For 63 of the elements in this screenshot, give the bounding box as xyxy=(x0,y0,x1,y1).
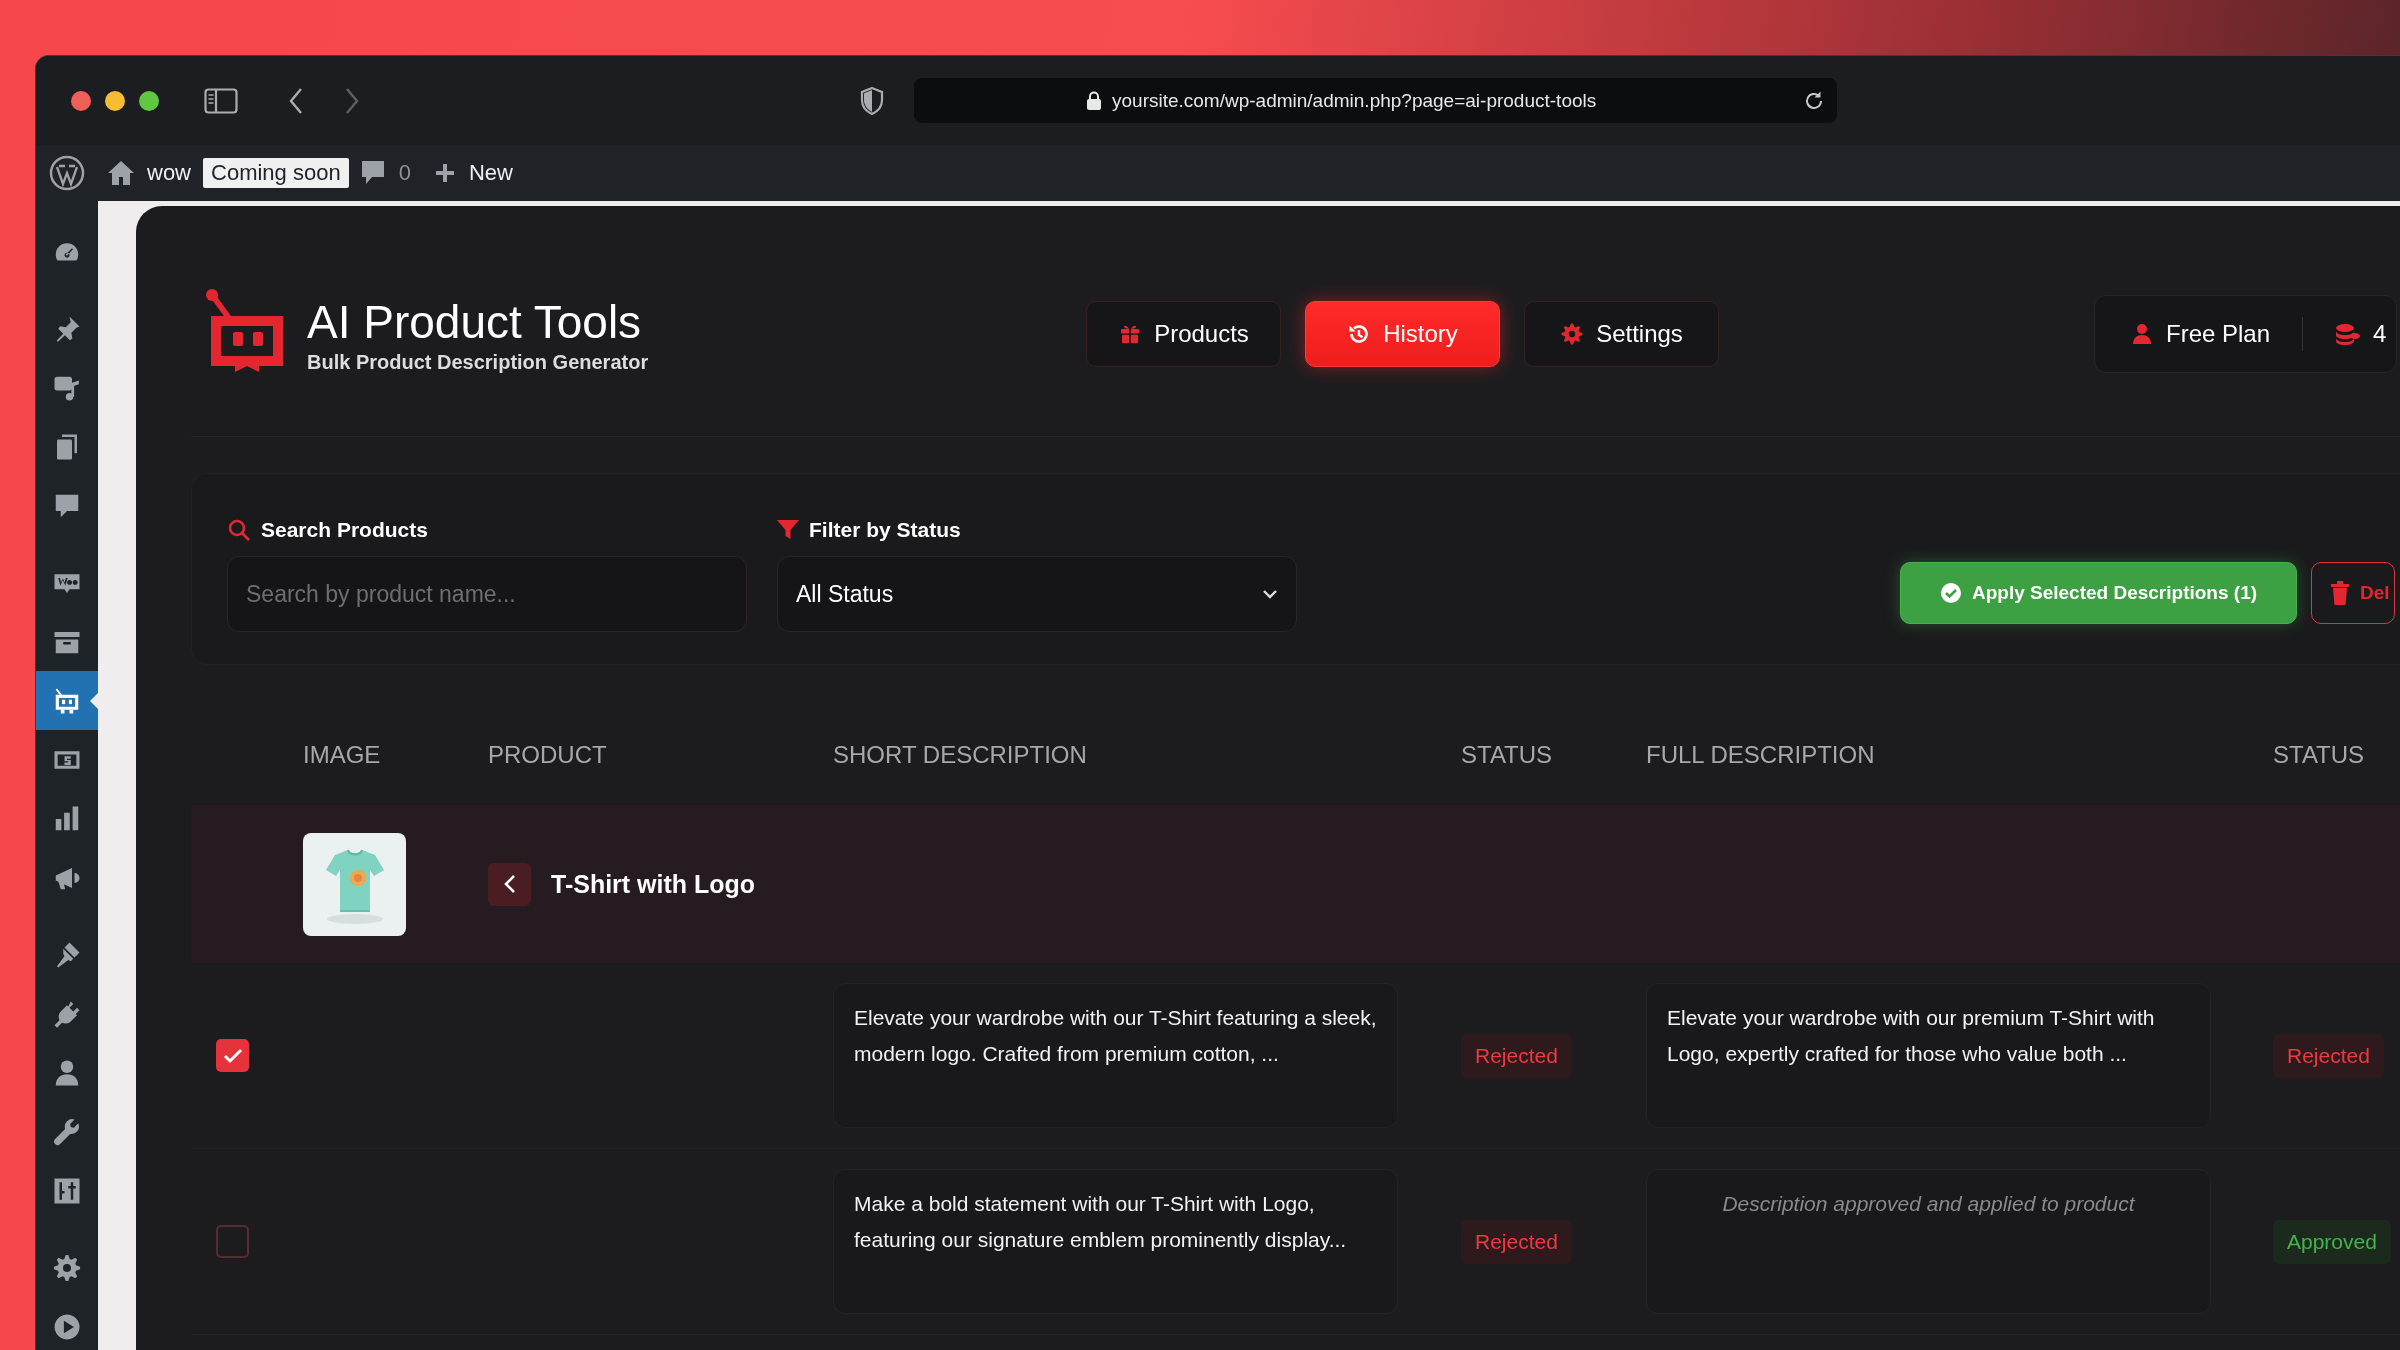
filter-label: Filter by Status xyxy=(809,518,961,542)
status-dropdown[interactable]: All Status xyxy=(777,556,1297,632)
chevron-down-icon xyxy=(1262,589,1278,599)
checkbox[interactable] xyxy=(216,1039,249,1072)
column-header: PRODUCT xyxy=(488,741,608,769)
status-badge: Rejected xyxy=(1461,1219,1572,1264)
status-badge: Approved xyxy=(2273,1219,2391,1264)
check-icon xyxy=(222,1047,243,1064)
minimize-button[interactable] xyxy=(105,90,125,111)
plus-icon[interactable] xyxy=(434,163,455,183)
short-description: Make a bold statement with our T-Shirt with Logo, featuring our signature emblem prominently display... xyxy=(854,1191,1348,1253)
credit-count: 4 xyxy=(2373,320,2387,348)
wordpress-logo[interactable] xyxy=(49,155,85,191)
app-title: AI Product Tools xyxy=(307,294,643,349)
full-description: Elevate your wardrobe with our premium T-Shirt with Logo, expertly crafted for those who value both ... xyxy=(1667,1005,2156,1067)
plan-name: Free Plan xyxy=(2166,320,2271,348)
status-badge: Rejected xyxy=(2273,1033,2384,1078)
trash-icon xyxy=(2330,581,2350,605)
status-badge: Coming soon xyxy=(203,158,349,188)
chevron-icon xyxy=(502,874,517,894)
check-circle-icon xyxy=(1939,582,1962,604)
lock-icon xyxy=(1086,90,1102,111)
settings-icon xyxy=(52,1252,82,1283)
sidebar-toggle-icon[interactable] xyxy=(204,87,238,114)
column-header: STATUS xyxy=(2273,741,2366,769)
column-header: FULL DESCRIPTION xyxy=(1646,741,1876,769)
menu-item[interactable] xyxy=(36,671,98,730)
search-field[interactable]: Search by product name... xyxy=(227,556,747,632)
zoom-button[interactable] xyxy=(139,90,159,111)
short-description: Elevate your wardrobe with our T-Shirt featuring a sleek, modern logo. Crafted from premium cotton, ... xyxy=(854,1005,1377,1067)
reload-icon[interactable] xyxy=(1803,89,1825,112)
nav-tab[interactable]: Settings xyxy=(1524,301,1719,367)
comment-count: 0 xyxy=(398,160,411,186)
address-bar[interactable]: yoursite.com/wp-admin/admin.php?page=ai-product-tools xyxy=(914,78,1837,123)
search-label: Search Products xyxy=(261,518,428,542)
status-badge: Rejected xyxy=(1461,1033,1572,1078)
nav-tab[interactable]: History xyxy=(1305,301,1500,367)
shield-icon[interactable] xyxy=(860,86,884,115)
new-link[interactable]: New xyxy=(468,160,513,186)
forward-icon[interactable] xyxy=(344,86,360,115)
close-button[interactable] xyxy=(71,90,91,111)
coins-icon xyxy=(2335,322,2362,346)
search-icon xyxy=(227,518,251,542)
filter-icon xyxy=(777,519,799,541)
wrench-icon xyxy=(52,1116,82,1147)
home-icon[interactable] xyxy=(107,160,135,186)
url-text: yoursite.com/wp-admin/admin.php?page=ai-product-tools xyxy=(1112,89,1597,112)
collapse-button[interactable] xyxy=(488,862,531,906)
column-header: IMAGE xyxy=(303,741,382,769)
app-subtitle: Bulk Product Description Generator xyxy=(307,350,649,374)
back-icon[interactable] xyxy=(288,86,304,115)
status-note: Description approved and applied to product xyxy=(1721,1191,2137,1217)
comment-icon[interactable] xyxy=(360,160,385,186)
delete-button[interactable]: Del xyxy=(2311,562,2395,624)
dropdown-value: All Status xyxy=(796,580,894,608)
site-name-link[interactable]: wow xyxy=(147,160,191,186)
column-header: SHORT DESCRIPTION xyxy=(833,741,1088,769)
nav-tab[interactable]: Products xyxy=(1086,301,1281,367)
column-header: STATUS xyxy=(1461,741,1554,769)
user-icon xyxy=(2130,322,2154,346)
product-name: T-Shirt with Logo xyxy=(551,869,756,899)
checkbox[interactable] xyxy=(216,1225,249,1258)
settings-icon xyxy=(1560,322,1585,346)
